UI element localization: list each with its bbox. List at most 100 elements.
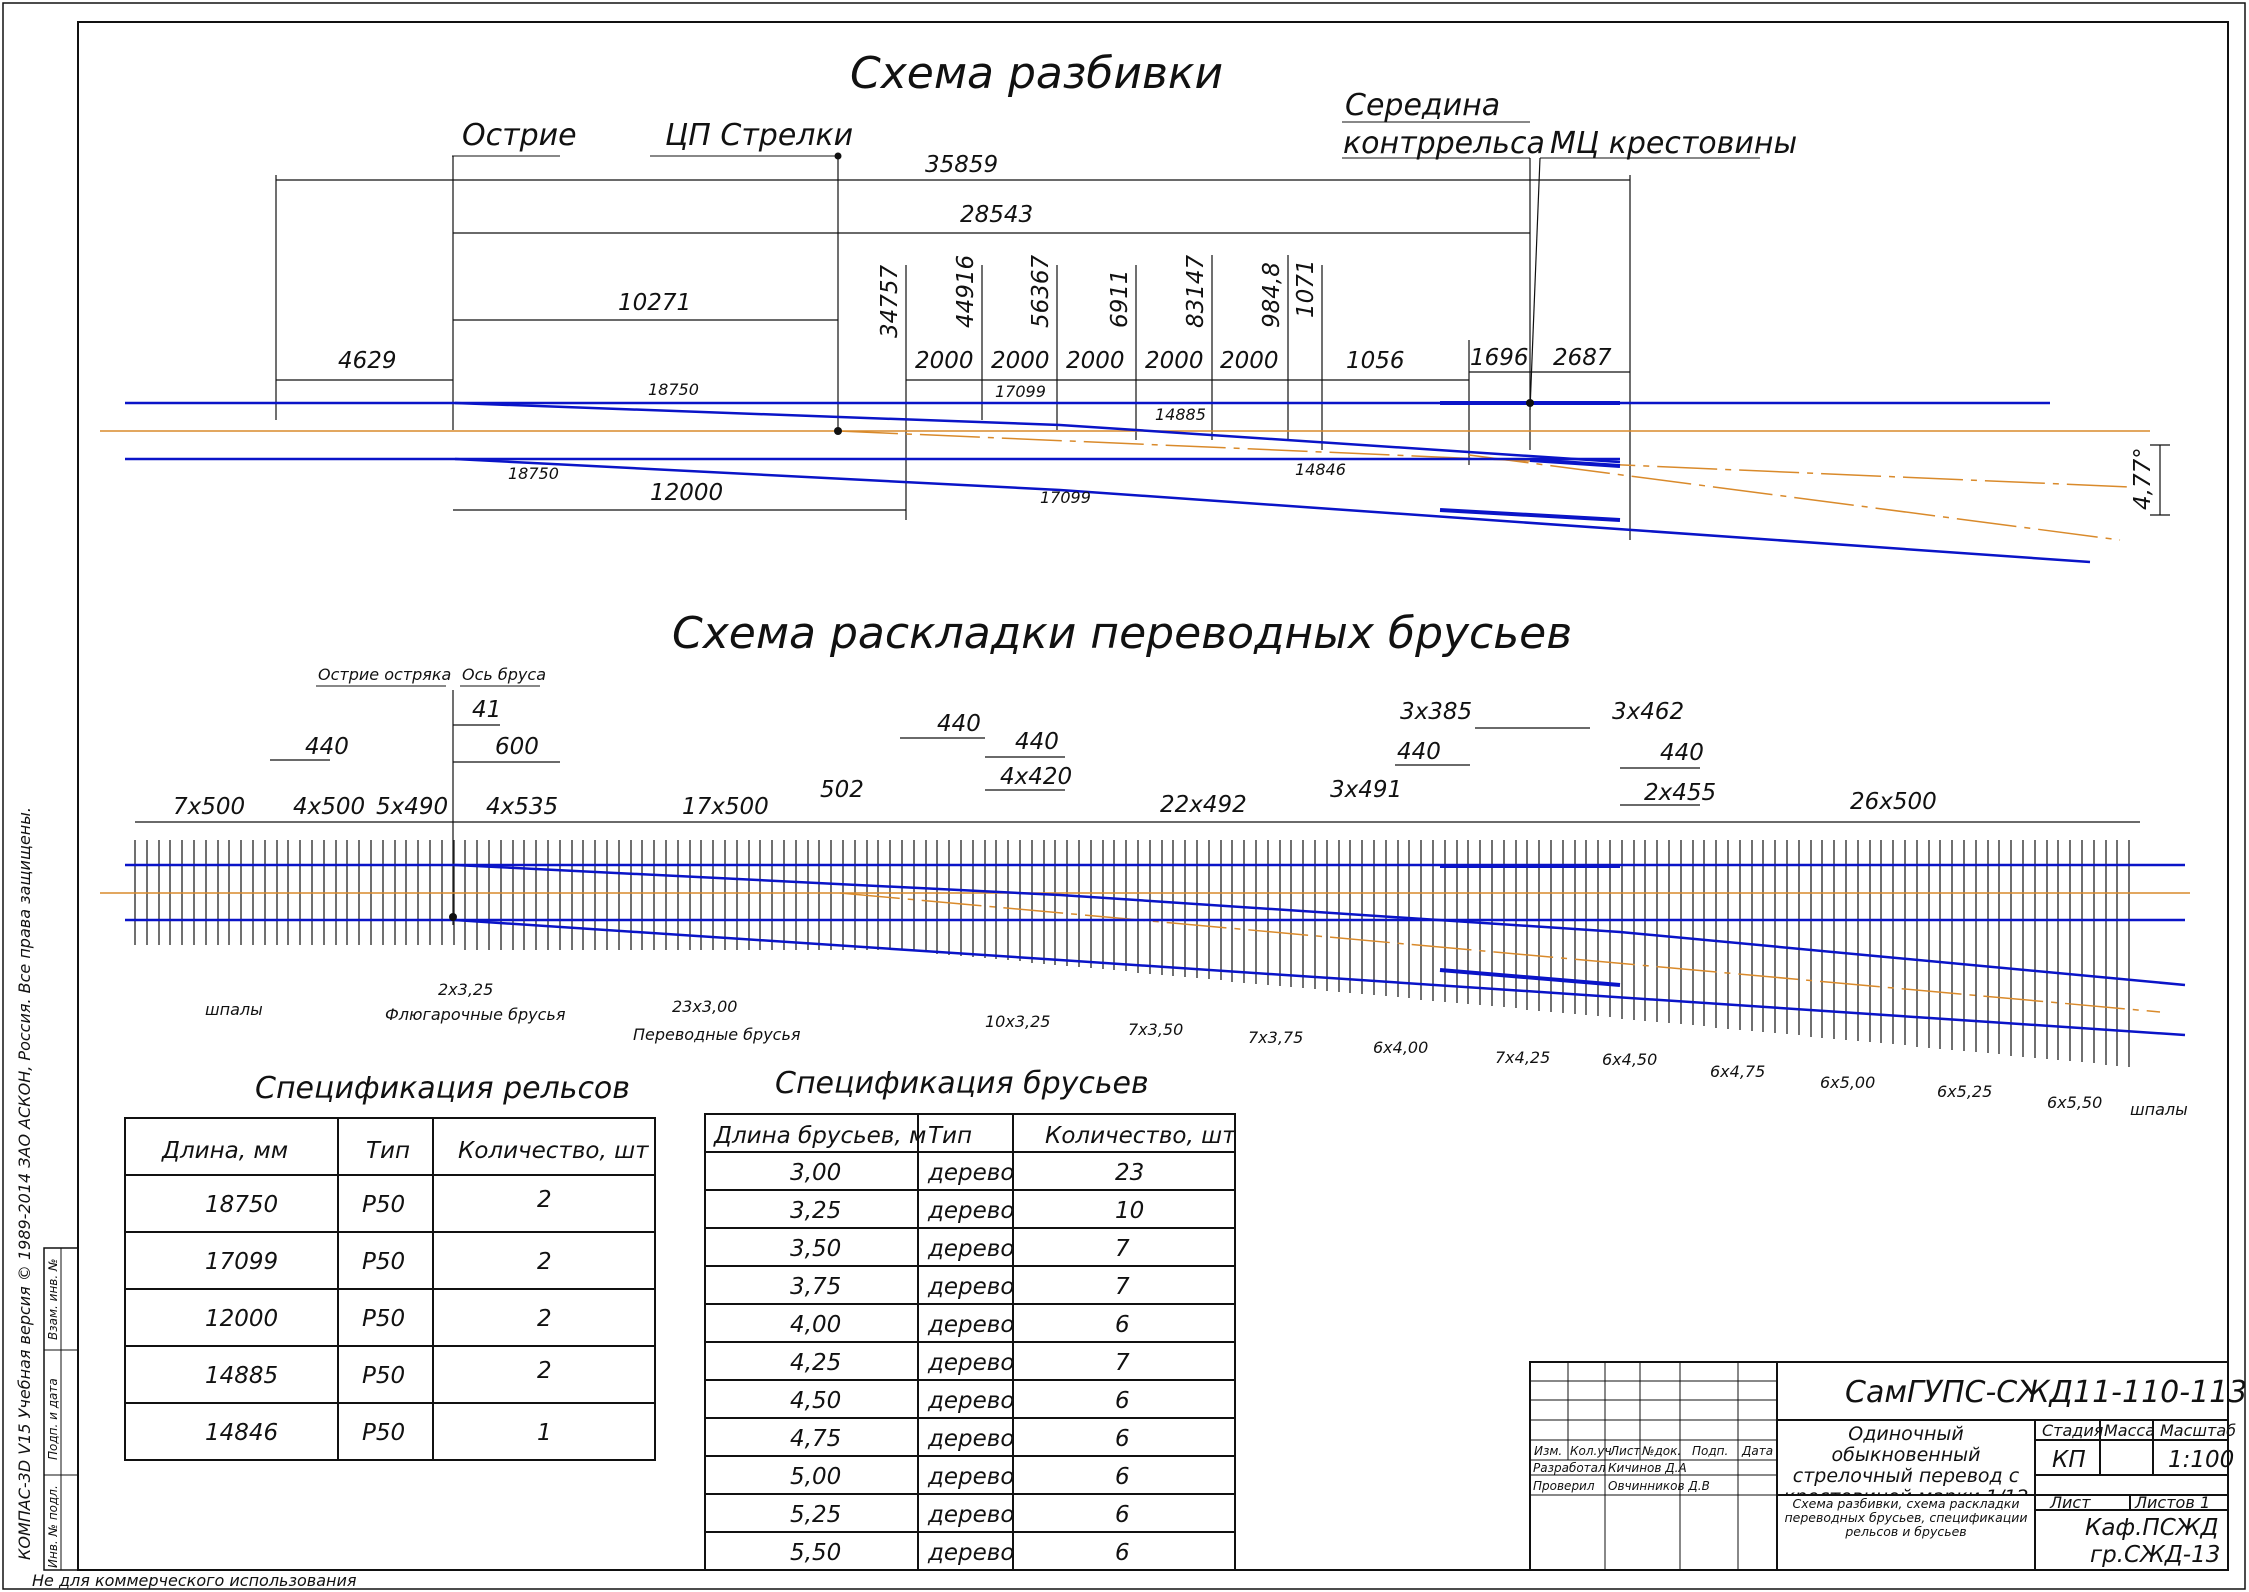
ties-top-labels: Острие остряка Ось бруса 41 440 600 440 … xyxy=(305,665,1716,806)
ties-cell: дерево xyxy=(927,1464,1014,1490)
dim-10271: 10271 xyxy=(618,290,691,316)
stamp-org-2: гр.СЖД-13 xyxy=(2090,1542,2220,1568)
ties-cell: дерево xyxy=(927,1426,1014,1452)
ties-spec-title: Спецификация брусьев xyxy=(775,1066,1149,1101)
tie-dim-440-c: 440 xyxy=(1015,729,1059,755)
rails-cell: 2 xyxy=(537,1358,552,1384)
ties-cell: дерево xyxy=(927,1502,1014,1528)
spacing-22x492: 22x492 xyxy=(1160,792,1247,818)
label-tie-axis: Ось бруса xyxy=(462,665,546,684)
ties-cell: 5,00 xyxy=(790,1464,841,1490)
dim-44916: 44916 xyxy=(953,255,979,328)
label-switch-center: ЦП Стрелки xyxy=(665,118,853,153)
ties-cell: дерево xyxy=(927,1540,1014,1566)
ties-cell: 5,50 xyxy=(790,1540,841,1566)
stamp-org-1: Каф.ПСЖД xyxy=(2085,1515,2219,1541)
spacing-4x500: 4x500 xyxy=(293,794,365,820)
count-6x450: 6х4,50 xyxy=(1602,1050,1657,1069)
spacing-7x500: 7x500 xyxy=(173,794,245,820)
rails-cell: 18750 xyxy=(205,1192,278,1218)
stamp-col-doc: №док. xyxy=(1641,1444,1681,1458)
drawing-sheet: КОМПАС-3D V15 Учебная версия © 1989-2014… xyxy=(2,2,2247,1590)
ties-header-type: Тип xyxy=(928,1123,972,1149)
left-strip: КОМПАС-3D V15 Учебная версия © 1989-2014… xyxy=(15,807,79,1571)
ties-cell: 7 xyxy=(1115,1274,1130,1300)
rails-cell: 14885 xyxy=(205,1363,278,1389)
layout-dimension-texts: 35859 28543 10271 4629 34757 44916 56367… xyxy=(338,152,1612,506)
rails-cell: Р50 xyxy=(362,1192,405,1218)
ties-cell: 5,25 xyxy=(790,1502,841,1528)
dim-1071: 1071 xyxy=(1293,259,1319,318)
ties-scheme-title: Схема раскладки переводных брусьев xyxy=(672,608,1572,659)
label-frog-center: МЦ крестовины xyxy=(1550,126,1797,161)
stamp-sheets: 1 xyxy=(2200,1493,2210,1512)
stamp-col-izm: Изм. xyxy=(1534,1444,1562,1458)
rail-length-marks: 18750 17099 14885 18750 14846 17099 xyxy=(508,380,1346,507)
rails-cell: Р50 xyxy=(362,1363,405,1389)
rails-header-type: Тип xyxy=(366,1138,410,1164)
stamp-subtitle: Схема разбивки, схема раскладки переводн… xyxy=(1784,1497,2028,1539)
dim-2000-c: 2000 xyxy=(1066,348,1125,374)
rails-cell: Р50 xyxy=(362,1249,405,1275)
count-sleepers-right: шпалы xyxy=(2130,1100,2188,1119)
tie-dim-600: 600 xyxy=(495,734,539,760)
rails-cell: 1 xyxy=(537,1420,552,1446)
ties-axes xyxy=(100,892,2190,1013)
count-switch-timbers-label: Переводные брусья xyxy=(633,1025,801,1044)
rails-cell: 12000 xyxy=(205,1306,278,1332)
rail-mark-17099-a: 17099 xyxy=(995,382,1046,401)
ties-cell: 3,75 xyxy=(790,1274,841,1300)
stamp-developed-label: Разработал xyxy=(1533,1461,1606,1475)
count-6x400: 6х4,00 xyxy=(1373,1038,1428,1057)
inv-dup-label: Взам. инв. № xyxy=(46,1259,60,1340)
ties-cell: дерево xyxy=(927,1388,1014,1414)
ties-cell: дерево xyxy=(927,1236,1014,1262)
ties-header-qty: Количество, шт xyxy=(1045,1123,1236,1149)
rails-cell: 17099 xyxy=(205,1249,278,1275)
stamp-col-sign: Подп. xyxy=(1692,1444,1728,1458)
dim-1056: 1056 xyxy=(1346,348,1405,374)
ties-cell: 6 xyxy=(1115,1426,1130,1452)
layout-axes xyxy=(100,430,2150,541)
rail-mark-14846: 14846 xyxy=(1295,460,1346,479)
sign-date-label: Подп. и дата xyxy=(46,1378,60,1460)
stamp-code: СамГУПС-СЖД11-110-113 xyxy=(1845,1375,2247,1410)
rails-cell: 2 xyxy=(537,1187,552,1213)
tie-dim-3x385: 3x385 xyxy=(1400,699,1472,725)
tie-dim-440-d: 440 xyxy=(1397,739,1441,765)
dim-6911: 6911 xyxy=(1107,269,1133,328)
tie-dim-2x455: 2x455 xyxy=(1644,780,1716,806)
dim-2000-e: 2000 xyxy=(1220,348,1279,374)
label-point-tip: Острие остряка xyxy=(318,665,451,684)
dim-9848: 984,8 xyxy=(1259,262,1285,328)
layout-rails xyxy=(125,401,2091,564)
tie-dim-440-e: 440 xyxy=(1660,740,1704,766)
count-6x500: 6х5,00 xyxy=(1820,1073,1875,1092)
dim-2000-d: 2000 xyxy=(1145,348,1204,374)
spacing-502: 502 xyxy=(820,777,864,803)
dim-34757: 34757 xyxy=(877,264,903,338)
ties-cell: 4,75 xyxy=(790,1426,841,1452)
count-6x525: 6х5,25 xyxy=(1937,1082,1992,1101)
ties-header-length: Длина брусьев, м xyxy=(713,1123,926,1149)
stamp-checked-name: Овчинников Д.В xyxy=(1608,1479,1710,1493)
dim-35859: 35859 xyxy=(925,152,998,178)
stamp-title-box: Одиночный обыкновенный стрелочный перево… xyxy=(1784,1424,2029,1494)
ties-cell: 4,50 xyxy=(790,1388,841,1414)
dim-2000-a: 2000 xyxy=(915,348,974,374)
rails-cell: 2 xyxy=(537,1306,552,1332)
ties-cell: 23 xyxy=(1115,1160,1144,1186)
layout-scheme-title: Схема разбивки xyxy=(850,48,1223,99)
spacing-26x500: 26x500 xyxy=(1850,789,1937,815)
stamp-scale-label: Масштаб xyxy=(2160,1421,2236,1440)
dim-83147: 83147 xyxy=(1183,254,1209,328)
stamp-title: Одиночный обыкновенный стрелочный перево… xyxy=(1784,1424,2029,1494)
rail-mark-18750-a: 18750 xyxy=(648,380,699,399)
count-2x325: 2х3,25 xyxy=(438,980,493,999)
count-6x550: 6х5,50 xyxy=(2047,1093,2102,1112)
label-angle: 4,77° xyxy=(2130,447,2156,510)
kompas-note: КОМПАС-3D V15 Учебная версия © 1989-2014… xyxy=(15,807,34,1560)
dim-2687: 2687 xyxy=(1553,345,1612,371)
rail-mark-18750-b: 18750 xyxy=(508,464,559,483)
label-guard-mid-2: контррельса xyxy=(1343,126,1545,161)
